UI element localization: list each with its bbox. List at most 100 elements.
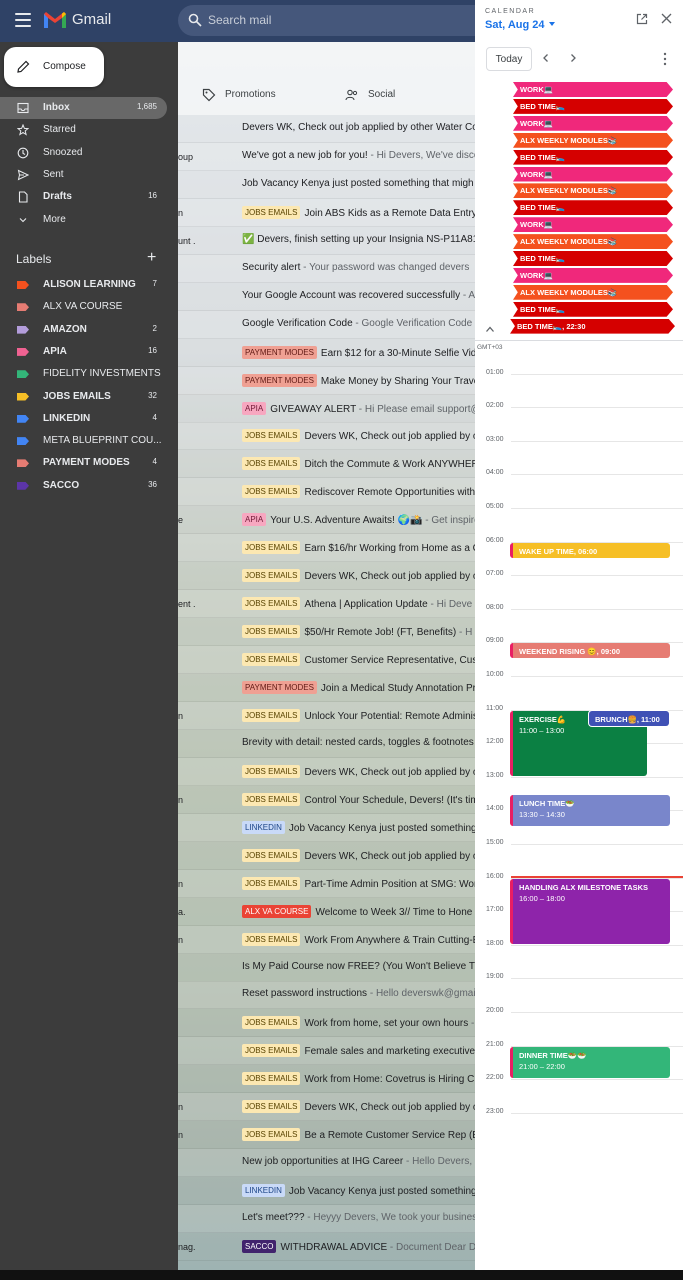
sidebar-item-more[interactable]: More <box>0 209 167 231</box>
email-row[interactable]: JOBS EMAILS Work from home, set your own … <box>178 1009 475 1038</box>
calendar-date-picker[interactable]: Sat, Aug 24 <box>485 19 555 31</box>
email-row[interactable]: Brevity with detail: nested cards, toggl… <box>178 730 475 758</box>
label-alx-va-course[interactable]: ALX VA COURSE <box>0 296 167 318</box>
event-time: 16:00 – 18:00 <box>519 893 565 903</box>
label-payment-modes[interactable]: PAYMENT MODES 4 <box>0 452 167 474</box>
email-row[interactable]: Your Google Account was recovered succes… <box>178 283 475 311</box>
chevron-up-icon[interactable] <box>485 325 495 333</box>
all-day-event[interactable]: ALX WEEKLY MODULES📚 <box>513 284 673 300</box>
label-amazon[interactable]: AMAZON 2 <box>0 319 167 341</box>
email-row[interactable]: JOBS EMAILS Devers WK, Check out job appl… <box>178 842 475 870</box>
label-fidelity-investments[interactable]: FIDELITY INVESTMENTS <box>0 363 167 385</box>
email-row[interactable]: n JOBS EMAILS Devers WK, Check out job app… <box>178 1093 475 1122</box>
all-day-event[interactable]: ALX WEEKLY MODULES📚 <box>513 234 673 250</box>
email-row[interactable]: n JOBS EMAILS Be a Remote Customer Service… <box>178 1121 475 1150</box>
label-alison-learning[interactable]: ALISON LEARNING 7 <box>0 274 167 296</box>
chevron-right-icon[interactable] <box>568 53 578 63</box>
email-row[interactable]: APIA GIVEAWAY ALERT - Hi Please email sup… <box>178 395 475 423</box>
calendar-event[interactable]: WEEKEND RISING 😊, 09:00 <box>510 643 670 659</box>
email-row[interactable]: Google Verification Code - Google Verifi… <box>178 310 475 339</box>
more-vert-icon[interactable] <box>663 52 667 66</box>
email-row[interactable]: Job Vacancy Kenya just posted something … <box>178 171 475 199</box>
email-row[interactable]: JOBS EMAILS Devers WK, Check out job appl… <box>178 757 475 786</box>
email-row[interactable]: Let's meet??? - Heyyy Devers, We took yo… <box>178 1205 475 1234</box>
calendar-event[interactable]: BRUNCH🍔, 11:00 <box>589 710 669 726</box>
email-row[interactable]: JOBS EMAILS Work from Home: Covetrus is H… <box>178 1065 475 1094</box>
email-row[interactable]: Security alert - Your password was chang… <box>178 254 475 283</box>
event-title: DINNER TIME🥗🥗 <box>519 1050 587 1060</box>
all-day-event[interactable]: BED TIME🛌 <box>513 301 673 317</box>
calendar-event[interactable]: DINNER TIME🥗🥗 21:00 – 22:00 <box>510 1046 670 1079</box>
sidebar-item-starred[interactable]: Starred <box>0 119 167 141</box>
today-button[interactable]: Today <box>486 47 532 71</box>
all-day-event[interactable]: WORK💻 <box>513 217 673 233</box>
chevron-left-icon[interactable] <box>541 53 551 63</box>
search-bar[interactable] <box>178 5 478 36</box>
all-day-event[interactable]: WORK💻 <box>513 82 673 97</box>
email-row[interactable]: JOBS EMAILS Devers WK, Check out job appl… <box>178 422 475 451</box>
sidebar-item-inbox[interactable]: Inbox 1,685 <box>0 97 167 119</box>
add-label-icon[interactable]: + <box>147 249 156 267</box>
all-day-event[interactable]: BED TIME🛌 <box>513 251 673 266</box>
all-day-event[interactable]: WORK💻 <box>513 166 673 182</box>
all-day-event[interactable]: ALX WEEKLY MODULES📚 <box>513 132 673 148</box>
email-row[interactable]: PAYMENT MODES Earn $12 for a 30-Minute Se… <box>178 339 475 367</box>
email-row[interactable]: n JOBS EMAILS Join ABS Kids as a Remote Da… <box>178 198 475 227</box>
search-input[interactable] <box>208 13 408 27</box>
email-row[interactable]: a. ALX VA COURSE Welcome to Week 3// Time … <box>178 898 475 926</box>
email-row[interactable]: JOBS EMAILS Rediscover Remote Opportuniti… <box>178 478 475 507</box>
email-row[interactable]: Is My Paid Course now FREE? (You Won't B… <box>178 954 475 982</box>
hour-gridline <box>511 776 683 778</box>
email-content: APIA Your U.S. Adventure Awaits! 🌍📸 - Get… <box>242 513 475 527</box>
label-apia[interactable]: APIA 16 <box>0 341 167 363</box>
email-row[interactable]: n JOBS EMAILS Part-Time Admin Position at … <box>178 869 475 898</box>
email-row[interactable]: New job opportunities at IHG Career - He… <box>178 1149 475 1178</box>
email-row[interactable]: JOBS EMAILS Devers WK, Check out job appl… <box>178 562 475 591</box>
email-row[interactable]: nag. SACCO WITHDRAWAL ADVICE - Document De… <box>178 1233 475 1261</box>
email-subject: Google Verification Code <box>242 317 353 329</box>
all-day-event[interactable]: WORK💻 <box>513 115 673 131</box>
all-day-event[interactable]: BED TIME🛌 <box>513 200 673 216</box>
email-row[interactable]: JOBS EMAILS Earn $16/hr Working from Home… <box>178 534 475 563</box>
email-row[interactable]: Devers WK, Check out job applied by othe… <box>178 115 475 143</box>
all-day-event[interactable]: WORK💻 <box>513 267 673 283</box>
email-row[interactable]: LINKEDIN Job Vacancy Kenya just posted so… <box>178 1177 475 1206</box>
email-row[interactable]: unt . ✅ Devers, finish setting up your In… <box>178 227 475 255</box>
email-row[interactable]: LINKEDIN Job Vacancy Kenya just posted so… <box>178 813 475 842</box>
email-row[interactable]: e APIA Your U.S. Adventure Awaits! 🌍📸 - Ge… <box>178 506 475 535</box>
email-row[interactable]: oup We've got a new job for you! - Hi Dev… <box>178 142 475 171</box>
email-row[interactable]: n JOBS EMAILS Control Your Schedule, Dever… <box>178 786 475 814</box>
email-row[interactable]: JOBS EMAILS Customer Service Representati… <box>178 646 475 675</box>
all-day-event[interactable]: BED TIME🛌 <box>513 149 673 165</box>
email-row[interactable]: PAYMENT MODES Make Money by Sharing Your … <box>178 366 475 395</box>
sidebar-item-snoozed[interactable]: Snoozed <box>0 142 167 164</box>
email-row[interactable]: JOBS EMAILS Female sales and marketing ex… <box>178 1037 475 1066</box>
email-row[interactable]: JOBS EMAILS $50/Hr Remote Job! (FT, Benef… <box>178 618 475 647</box>
email-row[interactable]: Reset password instructions - Hello deve… <box>178 981 475 1010</box>
sidebar-item-sent[interactable]: Sent <box>0 164 167 186</box>
open-in-new-tab-icon[interactable] <box>636 13 648 25</box>
email-row[interactable]: n JOBS EMAILS Unlock Your Potential: Remot… <box>178 701 475 730</box>
gmail-logo-icon[interactable] <box>43 11 67 29</box>
label-sacco[interactable]: SACCO 36 <box>0 475 167 497</box>
sidebar-item-label: More <box>43 213 66 225</box>
calendar-event[interactable]: LUNCH TIME🥗 13:30 – 14:30 <box>510 794 670 827</box>
email-row[interactable]: ent . JOBS EMAILS Athena | Application Upd… <box>178 590 475 619</box>
all-day-event[interactable]: BED TIME🛌 <box>513 98 673 114</box>
label-meta-blueprint-cou[interactable]: META BLUEPRINT COU... <box>0 430 167 452</box>
all-day-event[interactable]: BED TIME🛌, 22:30 <box>510 318 675 334</box>
close-icon[interactable] <box>661 13 672 24</box>
email-row[interactable]: n JOBS EMAILS Work From Anywhere & Train C… <box>178 925 475 954</box>
current-time-indicator <box>511 875 683 878</box>
sidebar-item-drafts[interactable]: Drafts 16 <box>0 186 167 208</box>
label-linkedin[interactable]: LINKEDIN 4 <box>0 408 167 430</box>
compose-button[interactable]: Compose <box>4 47 104 87</box>
search-icon[interactable] <box>188 13 202 27</box>
calendar-event[interactable]: HANDLING ALX MILESTONE TASKS 16:00 – 18:0… <box>510 878 670 944</box>
calendar-event[interactable]: WAKE UP TIME, 06:00 <box>510 542 670 558</box>
label-jobs-emails[interactable]: JOBS EMAILS 32 <box>0 386 167 408</box>
all-day-event[interactable]: ALX WEEKLY MODULES📚 <box>513 183 673 199</box>
email-row[interactable]: JOBS EMAILS Ditch the Commute & Work ANYW… <box>178 450 475 479</box>
hamburger-menu-icon[interactable] <box>15 13 31 27</box>
email-row[interactable]: PAYMENT MODES Join a Medical Study Annota… <box>178 674 475 702</box>
